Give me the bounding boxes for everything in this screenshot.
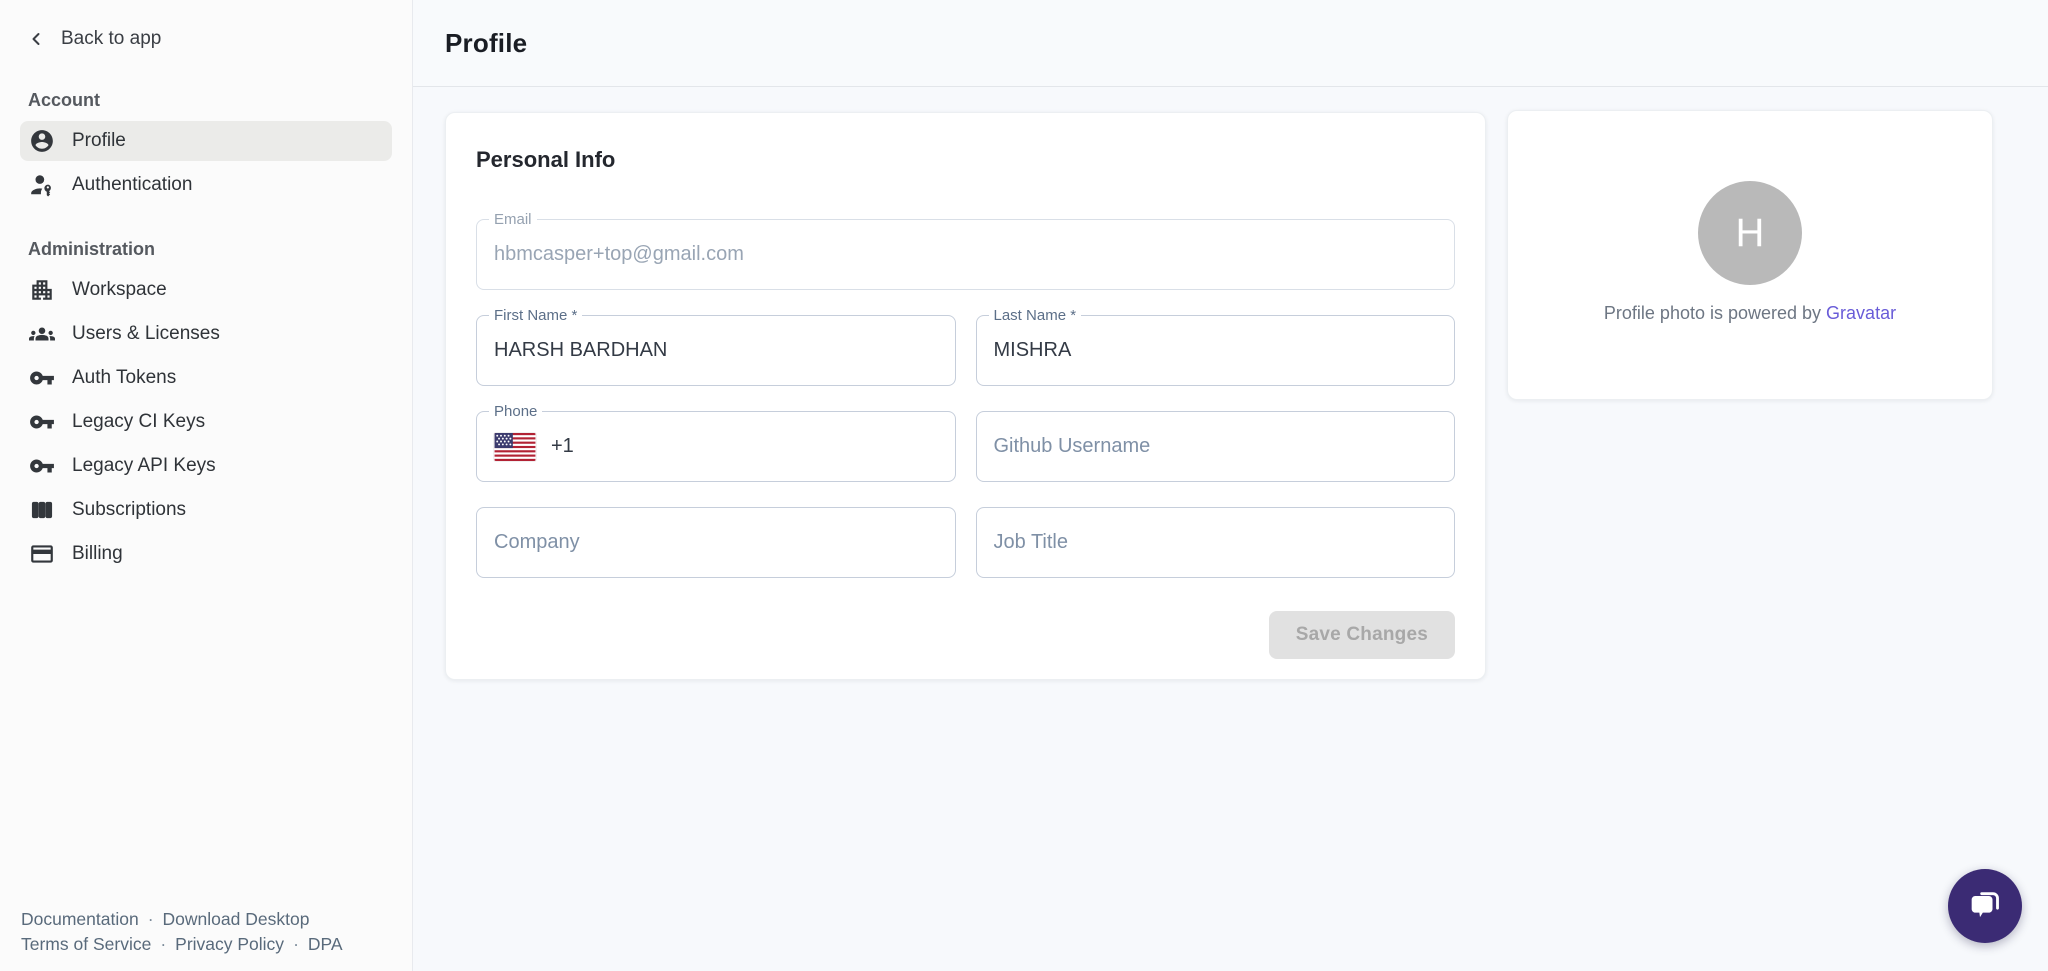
key-icon — [29, 365, 55, 391]
documentation-link[interactable]: Documentation — [21, 909, 139, 929]
building-icon — [29, 277, 55, 303]
sidebar-item-legacy-ci-keys[interactable]: Legacy CI Keys — [20, 402, 392, 442]
personal-info-form: Email First Name * Last Name * Phone — [476, 219, 1455, 578]
profile-settings-page: Back to app Account Profile Authenticati… — [0, 0, 2048, 971]
save-row: Save Changes — [476, 611, 1455, 659]
sidebar-item-label: Profile — [72, 130, 126, 152]
sidebar-item-label: Users & Licenses — [72, 323, 220, 345]
gravatar-link[interactable]: Gravatar — [1826, 303, 1896, 323]
sidebar: Back to app Account Profile Authenticati… — [0, 0, 413, 971]
sidebar-item-legacy-api-keys[interactable]: Legacy API Keys — [20, 446, 392, 486]
first-name-input[interactable] — [477, 316, 955, 385]
back-to-app-button[interactable]: Back to app — [20, 18, 392, 60]
chat-bubble-icon — [1965, 886, 2005, 926]
sidebar-item-auth-tokens[interactable]: Auth Tokens — [20, 358, 392, 398]
last-name-label: Last Name * — [989, 307, 1082, 325]
email-input[interactable] — [477, 220, 1454, 289]
email-label: Email — [489, 211, 537, 229]
privacy-policy-link[interactable]: Privacy Policy — [175, 934, 284, 954]
account-circle-icon — [29, 128, 55, 154]
email-field: Email — [476, 219, 1455, 290]
sidebar-item-users-licenses[interactable]: Users & Licenses — [20, 314, 392, 354]
sidebar-item-label: Billing — [72, 543, 123, 565]
gravatar-card: H Profile photo is powered by Gravatar — [1507, 110, 1993, 400]
section-header-administration: Administration — [28, 239, 392, 260]
footer-line-2: Terms of Service · Privacy Policy · DPA — [21, 932, 343, 957]
phone-label: Phone — [489, 403, 542, 421]
sidebar-item-label: Workspace — [72, 279, 167, 301]
footer-separator: · — [160, 934, 166, 954]
section-header-account: Account — [28, 90, 392, 111]
first-name-label: First Name * — [489, 307, 582, 325]
phone-field[interactable]: Phone — [476, 411, 956, 482]
us-flag-icon[interactable] — [494, 433, 536, 461]
footer-separator: · — [293, 934, 299, 954]
sidebar-item-label: Authentication — [72, 174, 192, 196]
personal-info-title: Personal Info — [476, 147, 1455, 173]
avatar: H — [1698, 181, 1802, 285]
company-input[interactable] — [477, 508, 955, 577]
key-icon — [29, 453, 55, 479]
credit-card-icon — [29, 541, 55, 567]
github-username-input[interactable] — [977, 412, 1455, 481]
sidebar-item-label: Auth Tokens — [72, 367, 176, 389]
sidebar-item-billing[interactable]: Billing — [20, 534, 392, 574]
download-desktop-link[interactable]: Download Desktop — [163, 909, 310, 929]
phone-inner: +1 — [477, 433, 955, 461]
sidebar-item-workspace[interactable]: Workspace — [20, 270, 392, 310]
main-area: Profile Personal Info Email First Name *… — [413, 0, 2048, 971]
company-field — [476, 507, 956, 578]
sidebar-item-label: Legacy CI Keys — [72, 411, 205, 433]
save-changes-button[interactable]: Save Changes — [1269, 611, 1455, 659]
footer-line-1: Documentation · Download Desktop — [21, 907, 343, 932]
last-name-input[interactable] — [977, 316, 1455, 385]
gravatar-caption: Profile photo is powered by Gravatar — [1604, 303, 1896, 324]
columns-icon — [29, 497, 55, 523]
group-icon — [29, 321, 55, 347]
footer-separator: · — [148, 909, 154, 929]
phone-dial-code[interactable]: +1 — [551, 435, 574, 458]
terms-of-service-link[interactable]: Terms of Service — [21, 934, 151, 954]
sidebar-footer: Documentation · Download Desktop Terms of … — [21, 907, 343, 957]
sidebar-item-authentication[interactable]: Authentication — [20, 165, 392, 205]
last-name-field: Last Name * — [976, 315, 1456, 386]
first-name-field: First Name * — [476, 315, 956, 386]
job-title-input[interactable] — [977, 508, 1455, 577]
sidebar-item-label: Legacy API Keys — [72, 455, 216, 477]
chevron-left-icon — [26, 29, 46, 49]
sidebar-item-subscriptions[interactable]: Subscriptions — [20, 490, 392, 530]
chat-widget-button[interactable] — [1948, 869, 2022, 943]
page-title: Profile — [445, 28, 527, 59]
personal-info-card: Personal Info Email First Name * Last Na… — [445, 112, 1486, 680]
person-key-icon — [29, 172, 55, 198]
github-username-field — [976, 411, 1456, 482]
sidebar-item-label: Subscriptions — [72, 499, 186, 521]
page-header: Profile — [413, 0, 2048, 87]
gravatar-caption-text: Profile photo is powered by — [1604, 303, 1826, 323]
job-title-field — [976, 507, 1456, 578]
back-to-app-label: Back to app — [61, 28, 161, 50]
dpa-link[interactable]: DPA — [308, 934, 343, 954]
key-icon — [29, 409, 55, 435]
sidebar-item-profile[interactable]: Profile — [20, 121, 392, 161]
